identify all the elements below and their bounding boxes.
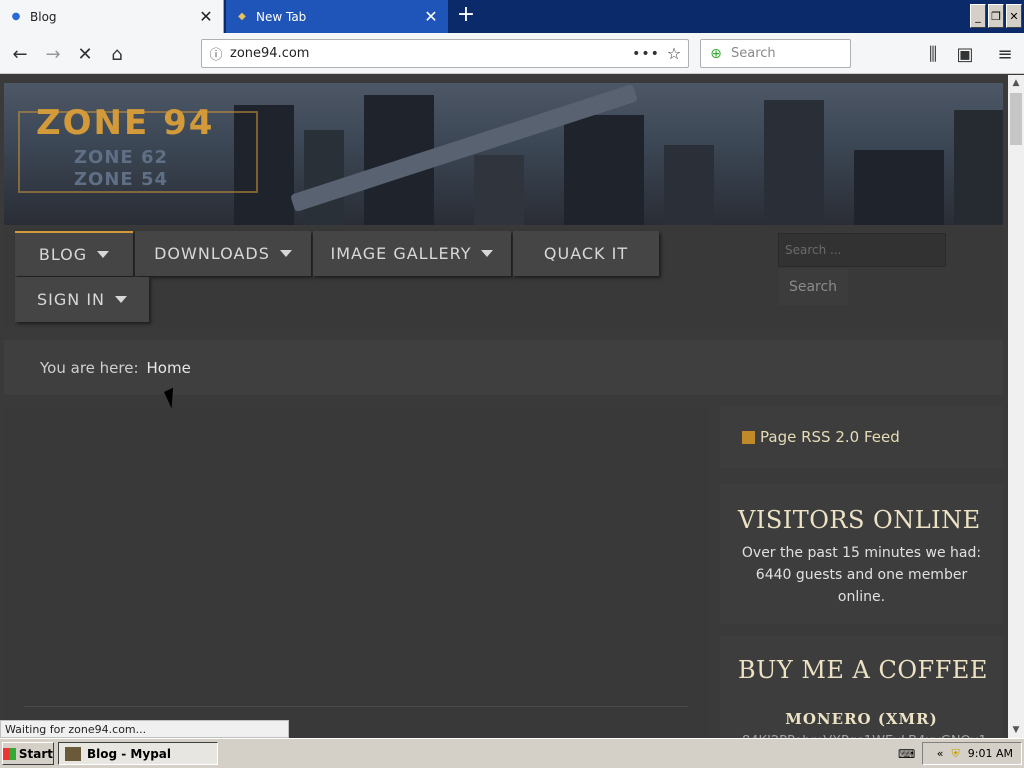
visitors-title: VISITORS ONLINE: [738, 506, 981, 534]
tray-expand-icon[interactable]: «: [937, 747, 944, 760]
logo-sub-line-2: ZONE 54: [74, 169, 169, 190]
url-bar[interactable]: ⓘ zone94.com ••• ☆: [201, 39, 689, 68]
site-search-button[interactable]: Search: [778, 269, 848, 305]
library-icon[interactable]: ⫼: [920, 41, 946, 67]
close-tab-icon[interactable]: ✕: [422, 7, 440, 26]
rss-label: Page RSS 2.0 Feed: [760, 428, 900, 446]
main-content-panel: [4, 406, 708, 746]
site-search-placeholder: Search ...: [785, 243, 842, 257]
scroll-up-icon[interactable]: ▲: [1008, 75, 1024, 91]
newtab-favicon-icon: ◆: [238, 11, 246, 22]
content-divider: [24, 706, 688, 707]
chevron-down-icon: [97, 251, 110, 258]
menu-icon[interactable]: ≡: [992, 41, 1018, 67]
search-placeholder: Search: [731, 46, 776, 61]
task-label: Blog - Mypal: [87, 746, 171, 761]
forward-icon[interactable]: →: [40, 41, 66, 67]
menu-image-gallery[interactable]: IMAGE GALLERY: [313, 231, 511, 276]
system-tray: « ⛨ 9:01 AM: [922, 742, 1022, 765]
page-scrollbar[interactable]: ▲ ▼: [1008, 75, 1024, 738]
windows-flag-icon: [3, 747, 16, 760]
back-icon[interactable]: ←: [7, 41, 33, 67]
menu-label: BLOG: [38, 245, 88, 264]
visitors-online-module: VISITORS ONLINE Over the past 15 minutes…: [720, 484, 1003, 624]
tab-title: New Tab: [256, 9, 307, 24]
search-icon: ⊕: [710, 45, 722, 62]
tab-title: Blog: [30, 9, 57, 24]
breadcrumb: You are here: Home: [4, 340, 1003, 395]
window-controls: _ ❐ ✕: [970, 4, 1022, 28]
info-icon[interactable]: ⓘ: [202, 44, 230, 63]
start-label: Start: [18, 746, 53, 761]
stop-icon[interactable]: ✕: [72, 41, 98, 67]
url-text[interactable]: zone94.com: [230, 46, 632, 61]
browser-search-input[interactable]: ⊕ Search: [700, 39, 851, 68]
site-search-input[interactable]: Search ...: [778, 233, 946, 267]
breadcrumb-prefix: You are here:: [40, 358, 139, 377]
visitors-text: Over the past 15 minutes we had: 6440 gu…: [741, 545, 982, 605]
breadcrumb-home[interactable]: Home: [147, 359, 191, 377]
rss-feed-link[interactable]: Page RSS 2.0 Feed: [720, 406, 1003, 468]
menu-blog[interactable]: BLOG: [15, 231, 133, 276]
chevron-down-icon: [279, 250, 292, 257]
keyboard-icon[interactable]: ⌨: [898, 747, 916, 761]
menu-label: QUACK IT: [543, 244, 629, 263]
scroll-thumb[interactable]: [1010, 93, 1022, 145]
chevron-down-icon: [481, 250, 494, 257]
tab-blog[interactable]: ● Blog ✕: [0, 0, 224, 33]
new-tab-button[interactable]: +: [454, 4, 478, 28]
tab-new-tab[interactable]: ◆ New Tab ✕: [226, 0, 448, 33]
scroll-down-icon[interactable]: ▼: [1008, 722, 1024, 738]
clock[interactable]: 9:01 AM: [968, 747, 1013, 760]
site-logo[interactable]: ZONE 94: [36, 103, 214, 143]
taskbar-item-mypal[interactable]: Blog - Mypal: [58, 742, 218, 765]
mypal-icon: [65, 746, 81, 761]
blog-favicon-icon: ●: [11, 11, 21, 22]
home-icon[interactable]: ⌂: [104, 41, 130, 67]
menu-sign-in[interactable]: SIGN IN: [15, 277, 149, 322]
restore-button[interactable]: ❐: [988, 4, 1004, 28]
menu-downloads[interactable]: DOWNLOADS: [135, 231, 311, 276]
menu-quack-it[interactable]: QUACK IT: [513, 231, 659, 276]
menu-label: SIGN IN: [36, 290, 105, 309]
taskbar: Start Blog - Mypal ⌨ « ⛨ 9:01 AM: [0, 738, 1024, 768]
status-bar: Waiting for zone94.com...: [0, 720, 289, 738]
star-icon[interactable]: ☆: [660, 44, 688, 63]
navigation-toolbar: ← → ✕ ⌂ ⓘ zone94.com ••• ☆ ⊕ Search ⫼ ▣ …: [0, 33, 1024, 74]
start-button[interactable]: Start: [2, 742, 54, 765]
menu-label: IMAGE GALLERY: [330, 244, 472, 263]
tab-bar: ● Blog ✕ ◆ New Tab ✕ + _ ❐ ✕: [0, 0, 1024, 33]
site-header-banner: ZONE 94 ZONE 62 ZONE 54: [4, 83, 1003, 225]
rss-icon: [742, 430, 755, 444]
close-window-button[interactable]: ✕: [1006, 4, 1022, 28]
sidebar-icon[interactable]: ▣: [952, 41, 978, 67]
buy-coffee-module: BUY ME A COFFEE MONERO (XMR) 84KI2PPohmV…: [720, 636, 1003, 749]
menu-label: DOWNLOADS: [154, 244, 270, 263]
shield-icon[interactable]: ⛨: [952, 747, 960, 761]
logo-sub-line-1: ZONE 62: [74, 147, 169, 168]
site-logo-sub: ZONE 62 ZONE 54: [74, 147, 168, 191]
chevron-down-icon: [115, 296, 127, 303]
minimize-button[interactable]: _: [970, 4, 986, 28]
close-tab-icon[interactable]: ✕: [197, 7, 215, 26]
coin-name: MONERO (XMR): [785, 710, 938, 728]
coffee-title: BUY ME A COFFEE: [738, 656, 988, 684]
more-icon[interactable]: •••: [632, 46, 660, 62]
